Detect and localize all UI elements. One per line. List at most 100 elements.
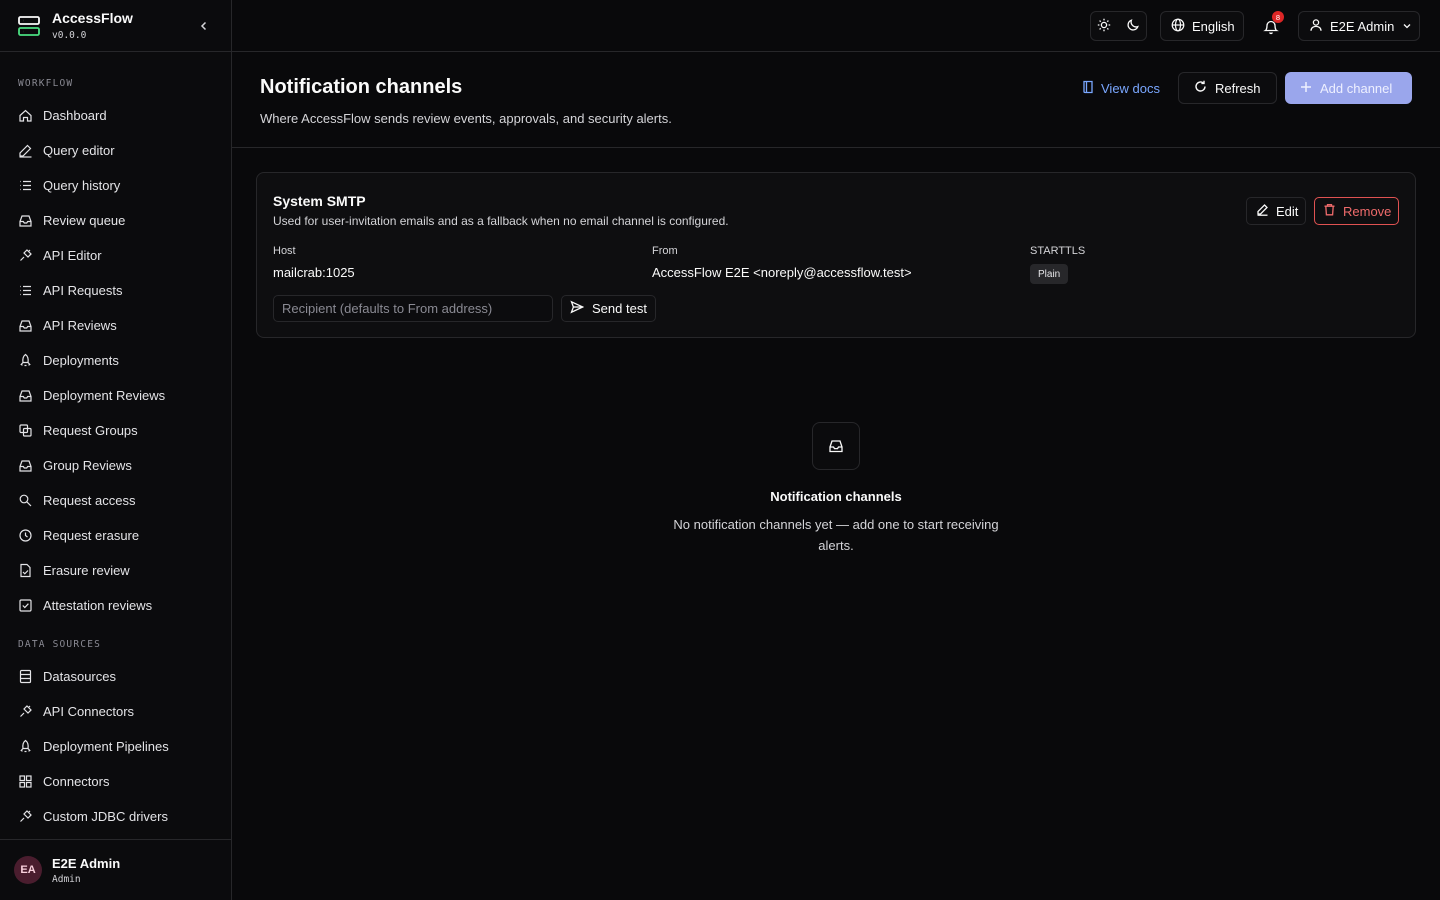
sidebar-item-label: Deployment Reviews [43,388,166,403]
page-title: Notification channels [260,76,463,98]
empty-state-title: Notification channels [770,489,902,504]
sidebar-item-connectors[interactable]: Connectors [0,764,231,799]
remove-smtp-button[interactable]: Remove [1314,197,1399,225]
pencil-icon [1256,203,1269,219]
recipient-input[interactable] [273,295,553,322]
smtp-description: Used for user-invitation emails and as a… [273,214,729,228]
collapse-sidebar-icon[interactable] [195,17,213,35]
sidebar-item-request-groups[interactable]: Request Groups [0,413,231,448]
smtp-title: System SMTP [273,193,366,209]
sidebar-section-label: WORKFLOW [18,78,74,89]
send-test-button[interactable]: Send test [561,295,656,322]
view-docs-link[interactable]: View docs [1082,80,1160,97]
sidebar-item-api-connectors[interactable]: API Connectors [0,694,231,729]
user-icon [1309,18,1323,35]
sidebar: AccessFlow v0.0.0 WORKFLOW Dashboard Query… [0,0,232,900]
book-icon [1082,80,1094,97]
sidebar-item-deployment-reviews[interactable]: Deployment Reviews [0,378,231,413]
sidebar-item-api-reviews[interactable]: API Reviews [0,308,231,343]
history-icon [18,528,33,543]
sidebar-item-deployment-pipelines[interactable]: Deployment Pipelines [0,729,231,764]
sidebar-item-label: Attestation reviews [43,598,153,613]
page-header: Notification channels Where AccessFlow s… [232,52,1440,148]
sidebar-nav: WORKFLOW Dashboard Query editor Query histo… [0,77,231,834]
sidebar-item-label: Request Groups [43,423,138,438]
moon-icon[interactable] [1126,18,1140,35]
sidebar-item-label: Review queue [43,213,126,228]
sidebar-user-role: Admin [52,873,81,885]
rocket-icon [18,739,33,754]
page-subtitle: Where AccessFlow sends review events, ap… [260,111,672,126]
inbox-icon [18,388,33,403]
sidebar-item-review-queue[interactable]: Review queue [0,203,231,238]
sidebar-item-label: API Connectors [43,704,135,719]
sidebar-item-label: Datasources [43,669,116,684]
from-value: AccessFlow E2E <noreply@accessflow.test> [652,265,912,280]
sidebar-item-attestation-reviews[interactable]: Attestation reviews [0,588,231,623]
sidebar-item-label: Dashboard [43,108,107,123]
starttls-badge: Plain [1030,264,1069,284]
host-label: Host [273,245,296,257]
language-label: English [1192,18,1235,34]
from-label: From [652,245,678,257]
theme-toggle[interactable] [1090,11,1147,41]
app-version: v0.0.0 [52,30,87,41]
edit-label: Edit [1276,203,1299,219]
sidebar-item-label: Query history [43,178,121,193]
sidebar-item-request-access[interactable]: Request access [0,483,231,518]
edit-smtp-button[interactable]: Edit [1246,197,1306,225]
plug-icon [18,809,33,824]
chevron-down-icon [1402,19,1412,34]
send-test-label: Send test [592,301,647,316]
grid-icon [18,774,33,789]
sidebar-item-label: API Reviews [43,318,117,333]
add-channel-button[interactable]: Add channel [1285,72,1412,104]
sidebar-user[interactable]: EA E2E Admin Admin [0,839,231,900]
remove-label: Remove [1343,203,1392,219]
sidebar-item-label: Query editor [43,143,115,158]
plus-icon [1300,81,1312,96]
sun-icon[interactable] [1097,18,1111,35]
sidebar-item-label: Deployment Pipelines [43,739,169,754]
language-select[interactable]: English [1160,11,1244,41]
pencil-icon [18,143,33,158]
sidebar-item-api-requests[interactable]: API Requests [0,273,231,308]
sidebar-item-datasources[interactable]: Datasources [0,659,231,694]
sidebar-item-erasure-review[interactable]: Erasure review [0,553,231,588]
notifications-button[interactable]: 8 [1260,11,1284,37]
sidebar-item-query-history[interactable]: Query history [0,168,231,203]
file-check-icon [18,563,33,578]
sidebar-item-label: API Requests [43,283,123,298]
app-name: AccessFlow [52,10,133,26]
refresh-button[interactable]: Refresh [1178,72,1277,104]
inbox-icon [18,458,33,473]
sidebar-item-label: API Editor [43,248,102,263]
refresh-icon [1194,80,1207,96]
sidebar-item-label: Custom JDBC drivers [43,809,168,824]
sidebar-item-dashboard[interactable]: Dashboard [0,98,231,133]
sidebar-item-label: Request access [43,493,136,508]
inbox-icon [18,318,33,333]
smtp-card: System SMTP Used for user-invitation ema… [256,172,1416,338]
sidebar-item-custom-jdbc-drivers[interactable]: Custom JDBC drivers [0,799,231,834]
home-icon [18,108,33,123]
inbox-icon [812,422,860,470]
sidebar-section-label: DATA SOURCES [18,639,102,650]
sidebar-item-api-editor[interactable]: API Editor [0,238,231,273]
user-menu-label: E2E Admin [1330,18,1395,34]
sidebar-item-label: Erasure review [43,563,130,578]
user-menu-button[interactable]: E2E Admin [1298,11,1420,41]
host-value: mailcrab:1025 [273,265,355,280]
sidebar-item-deployments[interactable]: Deployments [0,343,231,378]
list-icon [18,178,33,193]
starttls-label: STARTTLS [1030,245,1086,257]
sidebar-item-request-erasure[interactable]: Request erasure [0,518,231,553]
plug-icon [18,248,33,263]
view-docs-label: View docs [1101,81,1161,96]
sidebar-item-group-reviews[interactable]: Group Reviews [0,448,231,483]
sidebar-item-label: Group Reviews [43,458,132,473]
sidebar-user-name: E2E Admin [52,855,121,871]
send-icon [570,300,585,317]
sidebar-item-query-editor[interactable]: Query editor [0,133,231,168]
notification-badge: 8 [1272,11,1284,23]
